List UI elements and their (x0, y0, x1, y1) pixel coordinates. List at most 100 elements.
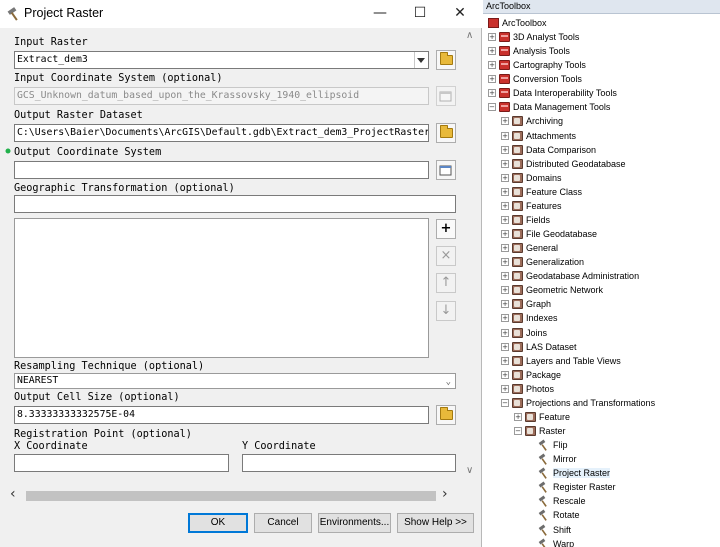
scroll-up-icon[interactable]: ∧ (466, 30, 473, 41)
tree-item-arctoolbox[interactable]: ArcToolbox (485, 16, 547, 30)
minimize-button[interactable]: — (360, 0, 400, 28)
expand-icon[interactable]: + (488, 75, 496, 84)
expand-icon[interactable]: + (501, 173, 509, 182)
tree-item-indexes[interactable]: + Indexes (501, 311, 558, 325)
ok-button[interactable]: OK (188, 513, 248, 533)
tree-item-project-raster[interactable]: Project Raster (538, 466, 611, 480)
expand-icon[interactable]: + (501, 300, 509, 309)
tree-item-geometric-network[interactable]: + Geometric Network (501, 283, 603, 297)
tree-item-archiving[interactable]: + Archiving (501, 114, 563, 128)
tree-item-distributed-geodatabase[interactable]: + Distributed Geodatabase (501, 157, 626, 171)
tree-item-raster[interactable]: − Raster (514, 424, 566, 438)
output-raster-field[interactable]: C:\Users\Baier\Documents\ArcGIS\Default.… (14, 124, 429, 142)
tree-item-layers-and-table-views[interactable]: + Layers and Table Views (501, 354, 621, 368)
x-coordinate-field[interactable] (14, 454, 229, 472)
expand-icon[interactable]: + (501, 356, 509, 365)
tree-item-data-interoperability-tools[interactable]: + Data Interoperability Tools (488, 86, 617, 100)
tree-item-flip[interactable]: Flip (538, 438, 568, 452)
expand-icon[interactable]: + (501, 314, 509, 323)
expand-icon[interactable]: + (501, 201, 509, 210)
tree-item-features[interactable]: + Features (501, 199, 562, 213)
tree-item-feature-class[interactable]: + Feature Class (501, 185, 582, 199)
cancel-button[interactable]: Cancel (254, 513, 312, 533)
y-coordinate-field[interactable] (242, 454, 456, 472)
tree-item-graph[interactable]: + Graph (501, 297, 551, 311)
scroll-right-icon[interactable]: › (442, 486, 448, 502)
tree-item-geodatabase-administration[interactable]: + Geodatabase Administration (501, 269, 639, 283)
tree-item-rescale[interactable]: Rescale (538, 494, 586, 508)
tree-item-feature[interactable]: + Feature (514, 410, 570, 424)
expand-icon[interactable]: + (501, 117, 509, 126)
tree-item-rotate[interactable]: Rotate (538, 508, 580, 522)
expand-icon[interactable]: + (501, 272, 509, 281)
geo-transformation-combo[interactable] (14, 195, 456, 213)
browse-output-raster-button[interactable] (436, 123, 456, 143)
chevron-down-icon[interactable] (417, 58, 425, 63)
output-coord-system-field[interactable] (14, 161, 429, 179)
collapse-icon[interactable]: − (514, 427, 522, 436)
expand-icon[interactable]: + (501, 286, 509, 295)
tree-item-joins[interactable]: + Joins (501, 326, 547, 340)
hammer-icon (538, 467, 547, 480)
show-help-button[interactable]: Show Help >> (397, 513, 474, 533)
tree-item-generalization[interactable]: + Generalization (501, 255, 584, 269)
expand-icon[interactable]: + (501, 370, 509, 379)
tree-item-label: Shift (553, 524, 572, 535)
expand-icon[interactable]: + (501, 187, 509, 196)
expand-icon[interactable]: + (514, 412, 522, 421)
close-button[interactable]: ✕ (440, 0, 480, 28)
tree-item-shift[interactable]: Shift (538, 523, 571, 537)
tree-item-cartography-tools[interactable]: + Cartography Tools (488, 58, 586, 72)
maximize-button[interactable]: ☐ (400, 0, 440, 28)
browse-cell-size-button[interactable] (436, 405, 456, 425)
tree-item-projections-and-transformations[interactable]: − Projections and Transformations (501, 396, 655, 410)
scroll-down-icon[interactable]: ∨ (466, 465, 473, 476)
tree-item-data-management-tools[interactable]: − Data Management Tools (488, 100, 610, 114)
tree-item-fields[interactable]: + Fields (501, 213, 550, 227)
tree-item-label: Rotate (553, 510, 580, 521)
expand-icon[interactable]: + (501, 131, 509, 140)
tree-item-photos[interactable]: + Photos (501, 382, 554, 396)
tree-item-las-dataset[interactable]: + LAS Dataset (501, 340, 577, 354)
horizontal-scrollbar[interactable]: ‹ › (8, 486, 456, 504)
expand-icon[interactable]: + (501, 244, 509, 253)
input-raster-combo[interactable]: Extract_dem3 (14, 51, 429, 69)
tree-item-mirror[interactable]: Mirror (538, 452, 577, 466)
cell-size-field[interactable]: 8.33333333332575E-04 (14, 406, 429, 424)
expand-icon[interactable]: + (501, 328, 509, 337)
title-bar[interactable]: Project Raster — ☐ ✕ (0, 0, 482, 28)
expand-icon[interactable]: + (501, 215, 509, 224)
horizontal-scroll-thumb[interactable] (26, 491, 436, 501)
tree-item-general[interactable]: + General (501, 241, 558, 255)
vertical-scrollbar[interactable]: ∧ ∨ (463, 30, 479, 480)
tree-item-analysis-tools[interactable]: + Analysis Tools (488, 44, 570, 58)
tree-item-register-raster[interactable]: Register Raster (538, 480, 616, 494)
expand-icon[interactable]: + (488, 89, 496, 98)
browse-input-raster-button[interactable] (436, 50, 456, 70)
tree-item-package[interactable]: + Package (501, 368, 561, 382)
tree-item-file-geodatabase[interactable]: + File Geodatabase (501, 227, 597, 241)
tree-item-attachments[interactable]: + Attachments (501, 129, 576, 143)
collapse-icon[interactable]: − (488, 103, 496, 112)
expand-icon[interactable]: + (501, 159, 509, 168)
tree-item-warp[interactable]: Warp (538, 537, 574, 547)
tree-item-conversion-tools[interactable]: + Conversion Tools (488, 72, 582, 86)
expand-icon[interactable]: + (488, 33, 496, 42)
tree-item-domains[interactable]: + Domains (501, 171, 562, 185)
expand-icon[interactable]: + (501, 258, 509, 267)
expand-icon[interactable]: + (501, 384, 509, 393)
resampling-select[interactable]: NEAREST ⌄ (14, 373, 456, 389)
expand-icon[interactable]: + (501, 145, 509, 154)
environments-button[interactable]: Environments... (318, 513, 391, 533)
expand-icon[interactable]: + (488, 47, 496, 56)
expand-icon[interactable]: + (501, 230, 509, 239)
transformation-list[interactable] (14, 218, 429, 358)
output-coord-properties-button[interactable] (436, 160, 456, 180)
add-item-button[interactable]: + (436, 219, 456, 239)
tree-item-3d-analyst-tools[interactable]: +3D Analyst Tools (488, 30, 579, 44)
scroll-left-icon[interactable]: ‹ (10, 486, 16, 502)
expand-icon[interactable]: + (488, 61, 496, 70)
tree-item-data-comparison[interactable]: + Data Comparison (501, 143, 596, 157)
collapse-icon[interactable]: − (501, 398, 509, 407)
expand-icon[interactable]: + (501, 342, 509, 351)
